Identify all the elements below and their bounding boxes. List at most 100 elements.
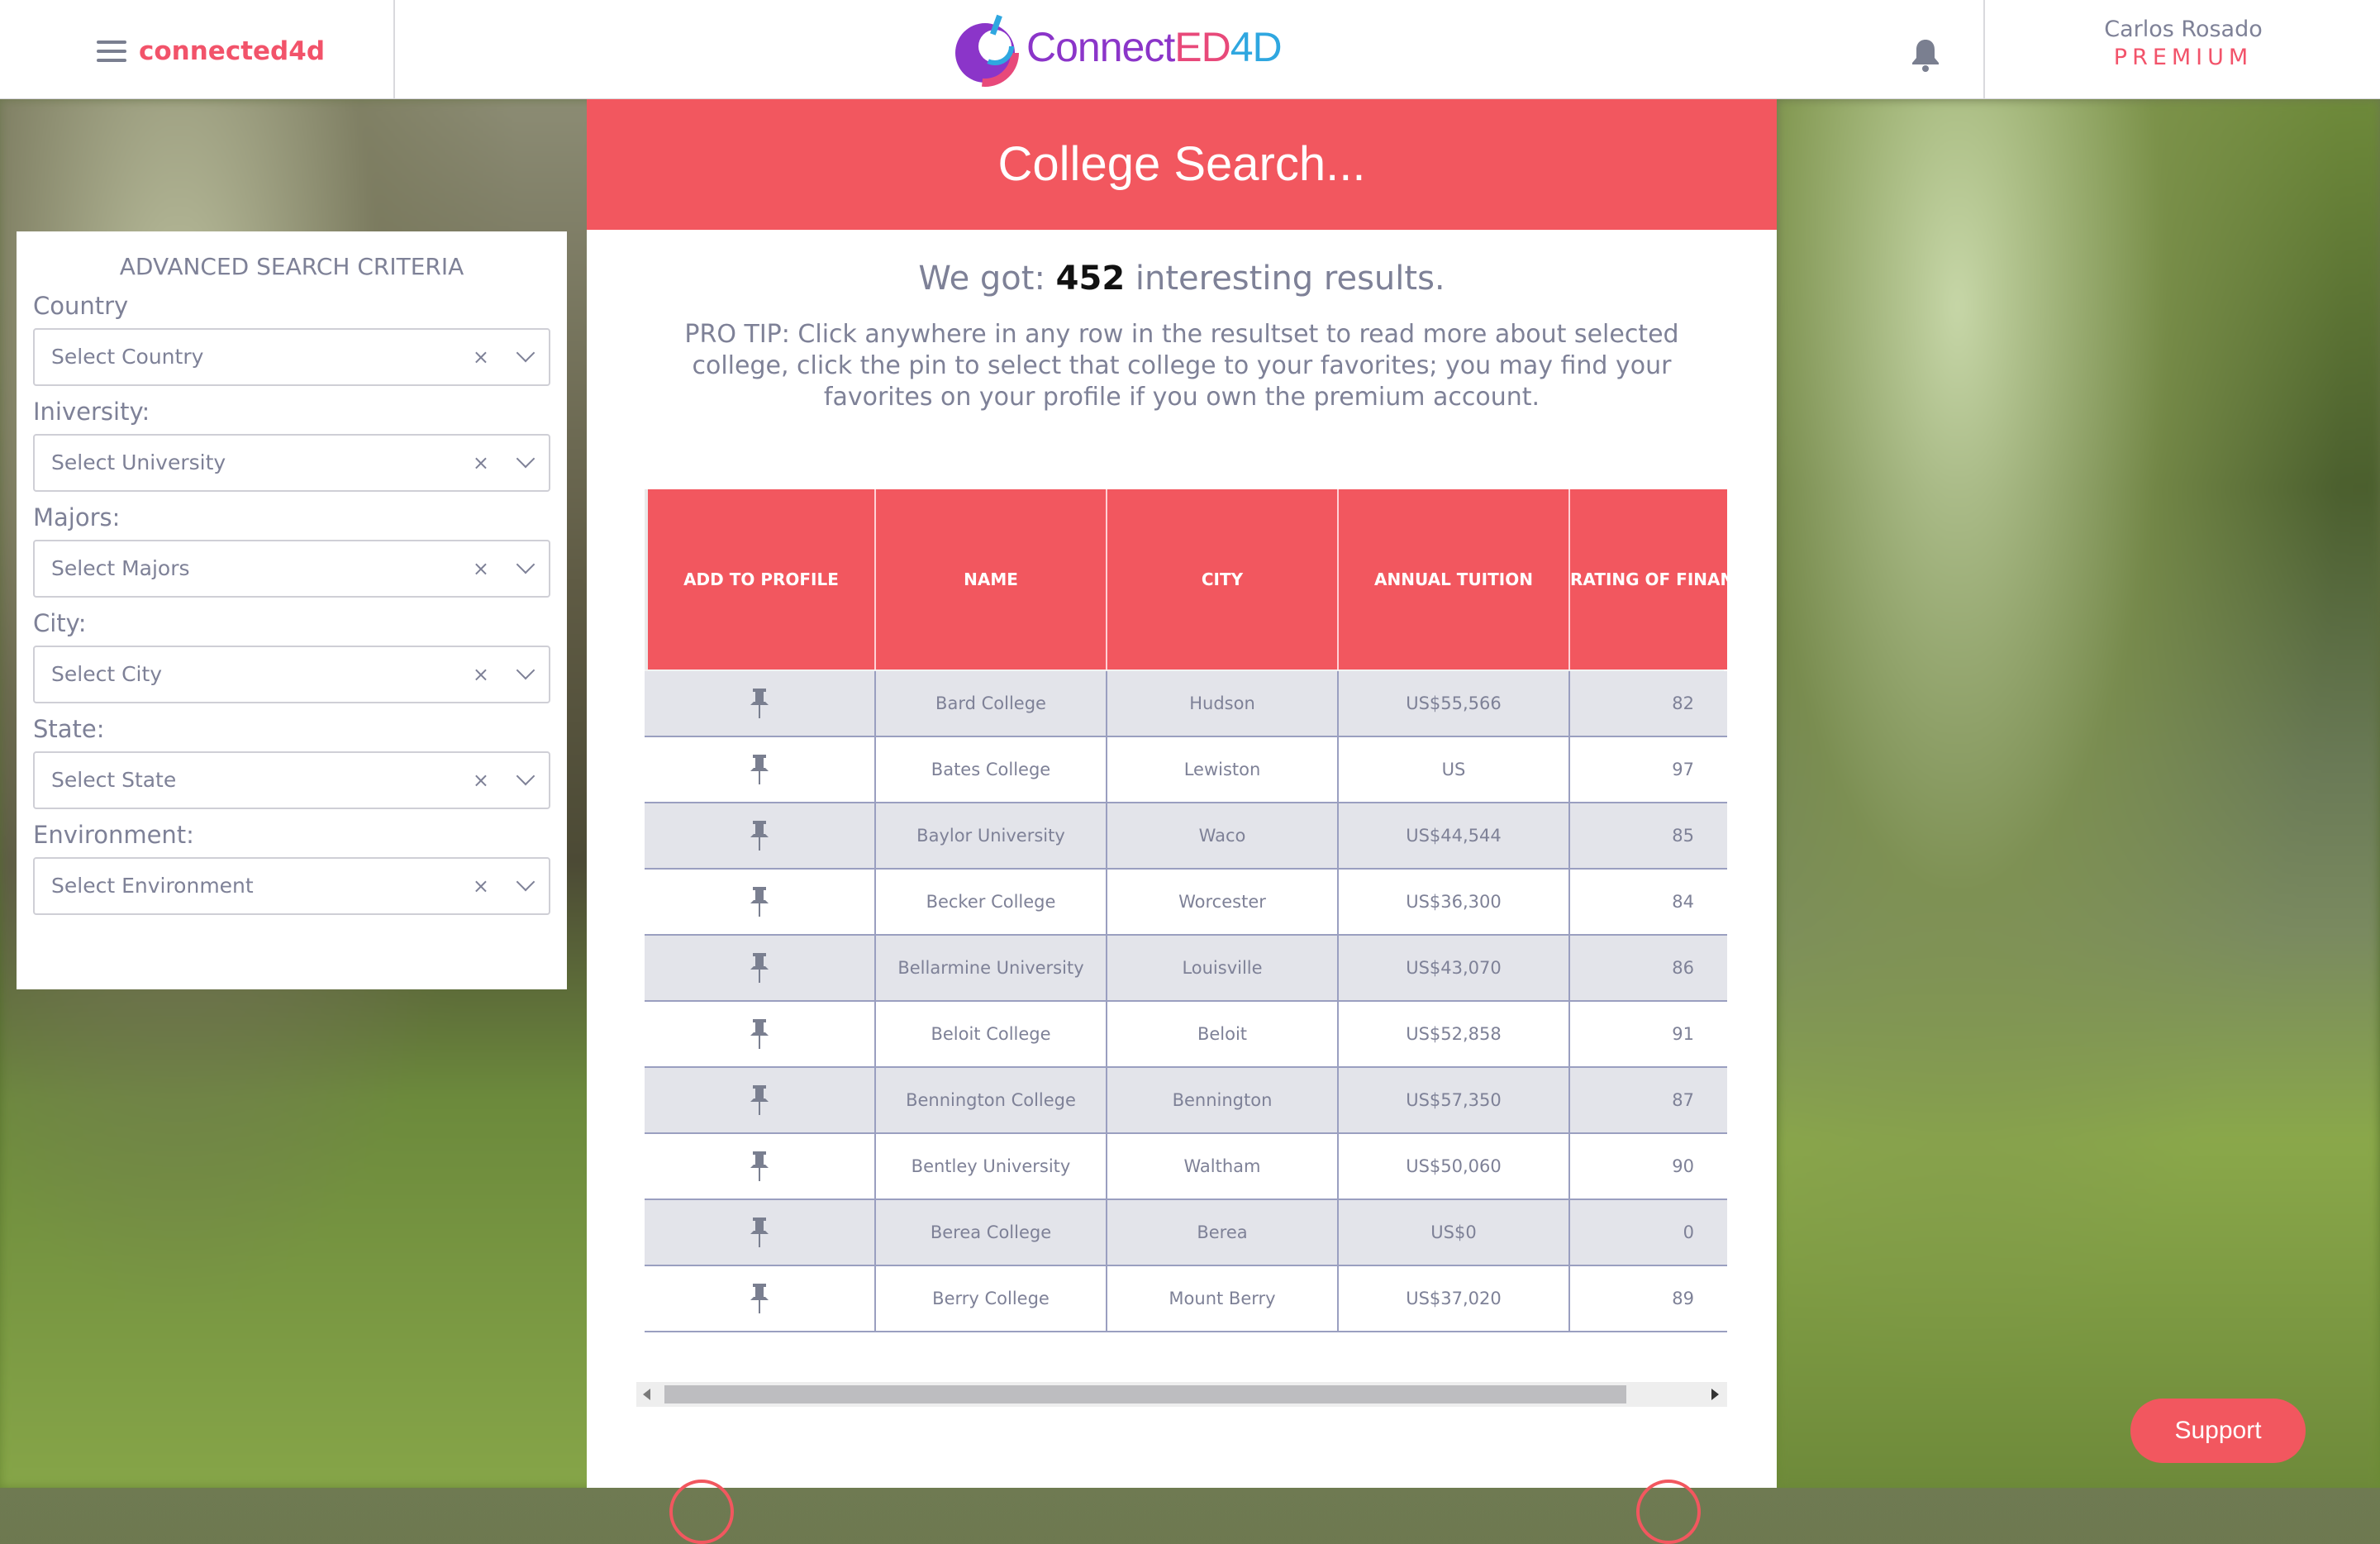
pin-button[interactable] [645,1002,876,1066]
table-row[interactable]: Becker College Worcester US$36,300 84 [645,870,1727,936]
table-row[interactable]: Bentley University Waltham US$50,060 90 [645,1134,1727,1200]
pin-button[interactable] [645,1200,876,1265]
college-city: Lewiston [1107,737,1339,802]
table-row[interactable]: Baylor University Waco US$44,544 85 [645,803,1727,870]
environment-placeholder: Select Environment [51,874,254,898]
country-select[interactable]: Select Country × [33,328,550,386]
chevron-down-icon[interactable] [516,766,536,786]
scrollbar-thumb[interactable] [664,1385,1626,1403]
majors-select[interactable]: Select Majors × [33,540,550,598]
college-name: Berea College [876,1200,1107,1265]
pin-icon [747,1282,772,1315]
majors-label: Majors: [33,503,121,531]
col-name[interactable]: NAME [876,489,1107,670]
pin-button[interactable] [645,1068,876,1132]
user-menu[interactable]: Carlos Rosado PREMIUM [1983,0,2380,99]
user-name: Carlos Rosado [2104,17,2263,42]
state-label: State: [33,715,105,743]
environment-label: Environment: [33,821,194,849]
pin-button[interactable] [645,936,876,1000]
table-row[interactable]: Berea College Berea US$0 0 [645,1200,1727,1266]
scroll-left-arrow-icon[interactable] [643,1389,650,1400]
college-city: Waco [1107,803,1339,868]
user-tier-badge: PREMIUM [2113,45,2254,70]
college-city: Worcester [1107,870,1339,934]
prev-page-button[interactable] [669,1480,734,1544]
college-city: Bennington [1107,1068,1339,1132]
col-rating[interactable]: RATING OF FINANC [1570,489,1727,670]
state-select[interactable]: Select State × [33,751,550,809]
university-select[interactable]: Select University × [33,434,550,492]
brand-link[interactable]: connected4d [139,36,325,66]
table-row[interactable]: Berry College Mount Berry US$37,020 89 [645,1266,1727,1332]
pin-button[interactable] [645,737,876,802]
hamburger-icon[interactable] [97,41,126,62]
college-rating: 87 [1672,1090,1694,1110]
support-button[interactable]: Support [2130,1399,2306,1463]
college-name: Bentley University [876,1134,1107,1199]
table-header: ADD TO PROFILE NAME CITY ANNUAL TUITION … [645,489,1727,670]
logo-part-connect: Connect [1026,24,1175,70]
pin-button[interactable] [645,870,876,934]
logo-text: ConnectED4D [1026,23,1283,71]
table-row[interactable]: Bard College Hudson US$55,566 82 [645,671,1727,737]
clear-icon[interactable]: × [473,753,489,808]
col-add-to-profile[interactable]: ADD TO PROFILE [645,489,876,670]
environment-select[interactable]: Select Environment × [33,857,550,915]
pin-button[interactable] [645,1134,876,1199]
university-label: Iniversity: [33,398,150,426]
chevron-down-icon[interactable] [516,449,536,469]
clear-icon[interactable]: × [473,541,489,596]
horizontal-scrollbar[interactable] [636,1382,1727,1407]
chevron-down-icon[interactable] [516,343,536,363]
majors-placeholder: Select Majors [51,556,190,580]
menu-area: connected4d [0,0,395,99]
pin-icon [747,753,772,786]
table-row[interactable]: Bates College Lewiston US 97 [645,737,1727,803]
clear-icon[interactable]: × [473,647,489,702]
table-row[interactable]: Bellarmine University Louisville US$43,070… [645,936,1727,1002]
college-city: Waltham [1107,1134,1339,1199]
scroll-right-arrow-icon[interactable] [1711,1389,1719,1400]
city-select[interactable]: Select City × [33,646,550,703]
college-name: Bellarmine University [876,936,1107,1000]
clear-icon[interactable]: × [473,859,489,913]
college-rating: 89 [1672,1289,1694,1308]
results-prefix: We got: [918,260,1056,298]
table-body: Bard College Hudson US$55,566 82 Bates Colle… [645,671,1727,1332]
chevron-down-icon[interactable] [516,660,536,680]
college-tuition: US$57,350 [1339,1068,1570,1132]
college-name: Becker College [876,870,1107,934]
table-row[interactable]: Beloit College Beloit US$52,858 91 [645,1002,1727,1068]
table-row[interactable]: Bennington College Bennington US$57,350 87 [645,1068,1727,1134]
pin-icon [747,951,772,984]
connected4d-logo[interactable]: ConnectED4D [950,10,1283,89]
clear-icon[interactable]: × [473,436,489,490]
logo-part-4d: 4D [1230,24,1283,70]
college-tuition: US$44,544 [1339,803,1570,868]
col-city[interactable]: CITY [1107,489,1339,670]
results-suffix: interesting results. [1125,260,1445,298]
pin-button[interactable] [645,1266,876,1331]
next-page-button[interactable] [1636,1480,1701,1544]
chevron-down-icon[interactable] [516,872,536,892]
pin-icon [747,687,772,720]
college-rating: 90 [1672,1156,1694,1176]
pin-button[interactable] [645,803,876,868]
page-title: College Search... [587,99,1777,230]
bell-icon[interactable] [1909,36,1942,73]
city-label: City: [33,609,87,637]
chevron-down-icon[interactable] [516,555,536,574]
college-name: Baylor University [876,803,1107,868]
clear-icon[interactable]: × [473,330,489,384]
college-name: Beloit College [876,1002,1107,1066]
pin-icon [747,819,772,852]
logo-mark-icon [951,14,1019,87]
college-tuition: US$36,300 [1339,870,1570,934]
col-annual-tuition[interactable]: ANNUAL TUITION [1339,489,1570,670]
country-placeholder: Select Country [51,345,204,369]
college-name: Bennington College [876,1068,1107,1132]
pin-button[interactable] [645,671,876,736]
college-rating: 82 [1672,693,1694,713]
college-rating: 0 [1683,1222,1694,1242]
